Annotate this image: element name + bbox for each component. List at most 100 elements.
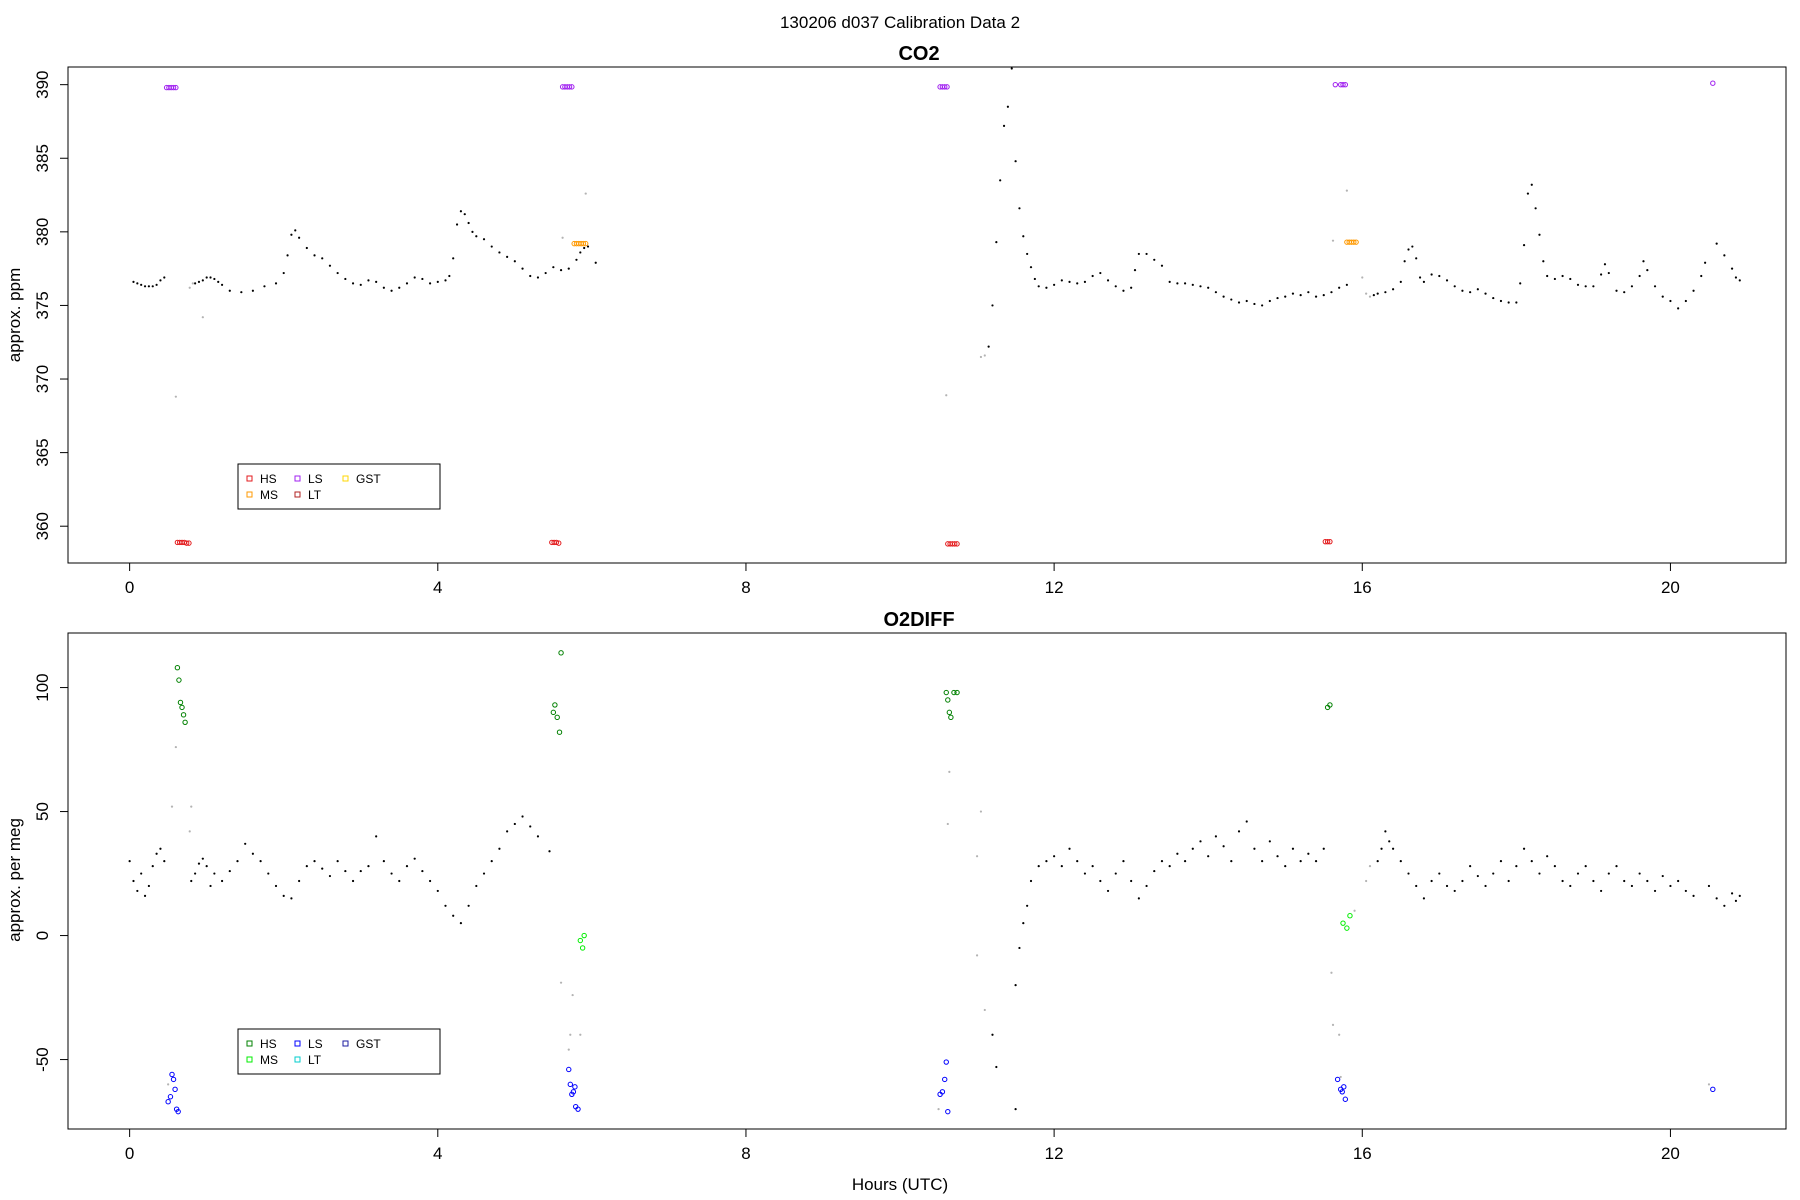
data-point (1122, 289, 1125, 292)
data-point (945, 1108, 951, 1115)
data-point (169, 1071, 175, 1078)
data-point (220, 879, 224, 883)
data-point (444, 279, 447, 282)
data-point (579, 1033, 582, 1036)
data-point (444, 904, 447, 907)
data-point (188, 286, 191, 289)
data-point (975, 954, 979, 957)
data-point (159, 279, 162, 282)
x-tick-label: 0 (125, 578, 134, 597)
data-point (194, 872, 197, 875)
data-point (1029, 266, 1033, 269)
data-point (498, 847, 501, 850)
data-point (1646, 879, 1649, 883)
data-point (1653, 285, 1657, 288)
data-point (1615, 289, 1618, 292)
data-point (165, 1099, 171, 1105)
data-point (240, 291, 243, 294)
data-point (1399, 280, 1402, 283)
data-point (428, 282, 432, 285)
data-point (1191, 847, 1194, 850)
data-point (1376, 860, 1379, 863)
data-point (1330, 971, 1333, 974)
data-point (1384, 830, 1387, 833)
data-point (382, 286, 385, 289)
data-point (1469, 865, 1472, 868)
y-tick-label: 390 (33, 70, 52, 98)
data-point (1669, 299, 1672, 303)
data-point (548, 850, 551, 853)
data-point (1114, 872, 1117, 875)
data-point (298, 879, 301, 883)
data-point (177, 699, 184, 706)
data-point (321, 257, 324, 260)
y-axis-label-o2diff: approx. per meg (5, 818, 24, 942)
data-point (1344, 925, 1350, 931)
data-point (1723, 904, 1726, 907)
data-point (1630, 884, 1634, 888)
data-point (1022, 922, 1025, 925)
data-point (1438, 872, 1441, 875)
x-tick-label: 12 (1045, 578, 1064, 597)
data-point (1469, 291, 1472, 294)
data-point (290, 897, 293, 900)
data-point (583, 246, 586, 250)
data-point (948, 714, 954, 721)
data-point (1418, 276, 1422, 279)
x-tick-label: 12 (1045, 1144, 1064, 1163)
data-point (579, 251, 582, 254)
data-point (382, 860, 385, 863)
data-point (251, 852, 254, 855)
data-point (197, 862, 201, 865)
data-point (305, 865, 308, 868)
data-point (398, 879, 401, 883)
data-point (155, 283, 158, 286)
data-point (550, 709, 557, 716)
data-point (1230, 298, 1233, 301)
data-point (132, 879, 135, 883)
data-point (1445, 279, 1449, 282)
o2diff-panel: O2DIFF approx. per meg 0 4 8 12 16 20 -50 0 50 10… (5, 609, 1787, 1163)
data-point (995, 241, 998, 244)
data-point (1461, 879, 1464, 883)
data-point (1684, 299, 1687, 303)
data-point (213, 277, 216, 281)
data-point (413, 857, 416, 860)
data-point (558, 650, 564, 656)
data-point (1353, 909, 1356, 912)
data-point (375, 835, 378, 838)
data-point (1168, 280, 1171, 283)
data-point (1738, 894, 1741, 897)
data-point (294, 229, 297, 232)
data-point (987, 345, 990, 348)
data-point (945, 394, 948, 397)
data-point (1037, 285, 1040, 288)
data-point (1661, 295, 1664, 298)
data-point (1026, 904, 1029, 907)
data-point (282, 271, 285, 275)
data-point (421, 277, 424, 281)
data-point (375, 280, 378, 283)
data-point (170, 1076, 177, 1083)
data-point (351, 282, 355, 285)
data-point (1542, 260, 1545, 263)
data-point (1638, 274, 1641, 278)
legend-label: HS (260, 1037, 277, 1051)
data-point (182, 719, 188, 725)
x-tick-label: 8 (741, 1144, 750, 1163)
data-point (170, 805, 174, 808)
data-point (176, 677, 182, 683)
data-point (1199, 285, 1202, 288)
data-point (163, 860, 166, 863)
x-axis-label: Hours (UTC) (852, 1175, 948, 1194)
data-point (1638, 872, 1641, 875)
data-point (1029, 879, 1033, 883)
data-point (471, 230, 474, 233)
data-point (1376, 292, 1379, 295)
data-point (1222, 295, 1225, 298)
data-point (205, 865, 208, 868)
data-point (1380, 847, 1383, 850)
data-point (536, 276, 540, 279)
y-tick-label: 50 (33, 802, 52, 821)
legend-label: HS (260, 472, 277, 486)
